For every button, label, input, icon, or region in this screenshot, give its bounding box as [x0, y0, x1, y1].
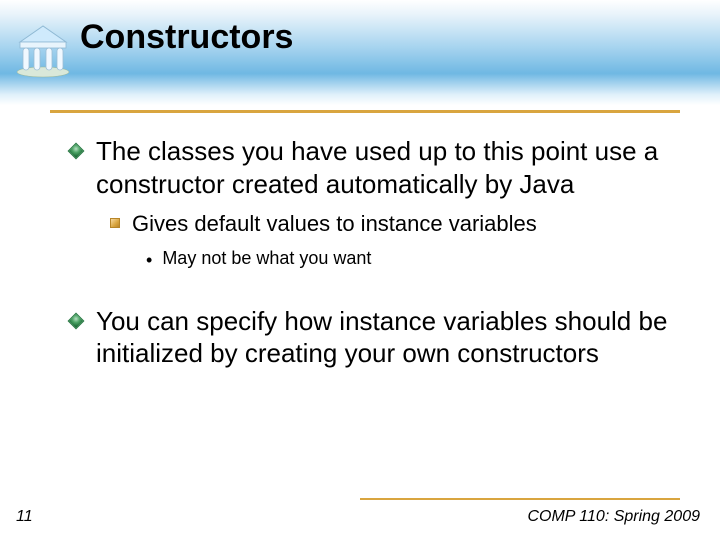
slide-title: Constructors: [80, 18, 293, 57]
diamond-bullet-icon: [68, 143, 85, 160]
bullet-level3: • May not be what you want: [146, 247, 670, 271]
square-bullet-icon: [110, 218, 120, 228]
footer-underline: [360, 498, 680, 500]
page-number: 11: [16, 508, 33, 526]
unc-well-logo: [12, 18, 74, 80]
course-label: COMP 110: Spring 2009: [527, 508, 700, 526]
bullet-level2: Gives default values to instance variabl…: [110, 210, 670, 239]
bullet-text: The classes you have used up to this poi…: [96, 135, 670, 200]
title-underline: [50, 110, 680, 113]
bullet-text: You can specify how instance variables s…: [96, 305, 670, 370]
bullet-level1: The classes you have used up to this poi…: [70, 135, 670, 271]
dot-bullet-icon: •: [146, 250, 152, 271]
diamond-bullet-icon: [68, 312, 85, 329]
bullet-text: May not be what you want: [162, 247, 371, 270]
content-area: The classes you have used up to this poi…: [70, 135, 670, 392]
bullet-level1: You can specify how instance variables s…: [70, 305, 670, 370]
bullet-text: Gives default values to instance variabl…: [132, 210, 537, 239]
